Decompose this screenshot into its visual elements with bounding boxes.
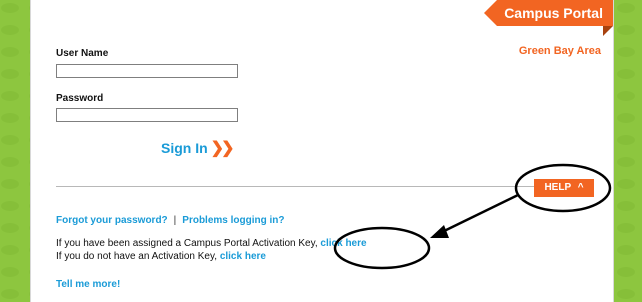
brand-tab-fold [603,26,613,36]
login-panel: Campus Portal Green Bay Area User Name P… [30,0,614,302]
activation-assigned-link[interactable]: click here [320,238,366,249]
help-links: Forgot your password? | Problems logging i… [56,215,285,226]
activation-none-link[interactable]: click here [220,251,266,262]
district-name: Green Bay Area [518,45,601,57]
activation-key-assigned: If you have been assigned a Campus Porta… [56,238,367,249]
help-button[interactable]: HELP ^ [534,179,594,197]
activation-assigned-text: If you have been assigned a Campus Porta… [56,238,318,249]
activation-key-none: If you do not have an Activation Key, cl… [56,251,266,262]
brand-title: Campus Portal [504,5,603,21]
chevron-up-icon: ^ [577,182,584,193]
username-input[interactable] [56,64,238,78]
tell-me-more-link[interactable]: Tell me more! [56,279,120,290]
username-label: User Name [56,48,109,59]
link-separator: | [173,215,177,226]
divider [56,186,544,187]
problems-logging-in-link[interactable]: Problems logging in? [182,215,284,226]
forgot-password-link[interactable]: Forgot your password? [56,215,168,226]
password-input[interactable] [56,108,238,122]
tell-me-more: Tell me more! [56,279,120,290]
chevron-double-right-icon: ❯❯ [210,140,235,157]
sign-in-label: Sign In [161,140,208,156]
activation-none-text: If you do not have an Activation Key, [56,251,218,262]
brand-tab: Campus Portal [484,0,613,26]
password-label: Password [56,93,104,104]
help-label: HELP [544,182,571,193]
sign-in-button[interactable]: Sign In ❯❯ [161,138,235,158]
